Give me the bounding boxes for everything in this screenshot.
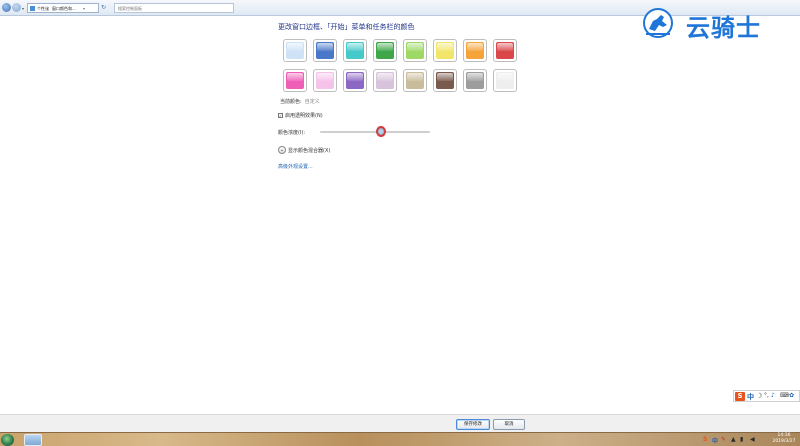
color-swatch-slate[interactable]: [463, 69, 487, 92]
tray-pen-icon[interactable]: ✎: [721, 436, 726, 443]
address-dropdown-icon[interactable]: ▾: [83, 6, 85, 11]
color-swatch-lavender[interactable]: [373, 69, 397, 92]
color-swatch-blush[interactable]: [313, 69, 337, 92]
ime-keyboard-icon[interactable]: ⌨: [780, 392, 789, 399]
swatch-color-fill: [496, 42, 514, 59]
swatch-color-fill: [466, 42, 484, 59]
color-swatch-frost[interactable]: [493, 69, 517, 92]
recent-pages-dropdown-icon[interactable]: ▾: [22, 6, 24, 11]
current-color-caption: 当前颜色:: [280, 99, 302, 105]
swatch-color-fill: [376, 72, 394, 89]
current-color-label: 当前颜色: 自定义: [280, 98, 320, 105]
ime-punctuation-icon[interactable]: °,: [764, 392, 769, 399]
swatch-color-fill: [316, 72, 334, 89]
color-swatch-fuchsia[interactable]: [283, 69, 307, 92]
watermark: 云骑士: [641, 5, 800, 42]
swatch-color-fill: [376, 42, 394, 59]
tray-expand-icon[interactable]: ▲: [731, 436, 736, 443]
search-input[interactable]: [115, 4, 233, 12]
color-swatch-pumpkin[interactable]: [463, 39, 487, 62]
ime-skin-icon[interactable]: ✿: [789, 392, 794, 399]
swatch-color-fill: [346, 42, 364, 59]
transparency-checkbox-label[interactable]: 启用透明效果(N): [285, 112, 323, 119]
color-swatch-leaf[interactable]: [373, 39, 397, 62]
color-mixer-toggle-label[interactable]: 显示颜色混合器(X): [288, 147, 330, 154]
search-box[interactable]: [114, 3, 234, 13]
color-swatch-violet[interactable]: [343, 69, 367, 92]
swatch-color-fill: [316, 42, 334, 59]
advanced-appearance-link[interactable]: 高级外观设置...: [278, 163, 313, 170]
ime-mode-chinese[interactable]: 中: [747, 392, 754, 402]
color-swatch-lime[interactable]: [403, 39, 427, 62]
swatch-color-fill: [406, 72, 424, 89]
color-swatch-ruby[interactable]: [493, 39, 517, 62]
tray-network-icon[interactable]: ▮: [740, 436, 743, 443]
swatch-color-fill: [286, 42, 304, 59]
control-panel-icon: [30, 6, 35, 11]
watermark-text: 云骑士: [686, 14, 761, 42]
color-swatch-chocolate[interactable]: [433, 69, 457, 92]
color-swatch-twilight[interactable]: [313, 39, 337, 62]
sogou-logo-icon[interactable]: S: [735, 392, 745, 401]
page-title: 更改窗口边框、「开始」菜单和任务栏的颜色: [278, 23, 415, 31]
swatch-color-fill: [496, 72, 514, 89]
save-changes-button[interactable]: 保存修改: [456, 419, 490, 430]
swatch-color-fill: [346, 72, 364, 89]
color-swatch-lemon[interactable]: [433, 39, 457, 62]
taskbar-clock[interactable]: 14:36 2019/3/27: [770, 433, 798, 445]
taskbar: S 中 ✎ ▲ ▮ ◀ 14:36 2019/3/27: [0, 432, 800, 446]
taskbar-control-panel-button[interactable]: [24, 434, 42, 446]
forward-button[interactable]: [12, 3, 21, 12]
breadcrumb-window-color[interactable]: 窗口颜色和...: [52, 6, 76, 12]
intensity-slider-thumb[interactable]: [375, 126, 386, 137]
color-swatch-sea[interactable]: [343, 39, 367, 62]
tray-volume-icon[interactable]: ◀: [750, 436, 755, 443]
swatch-color-fill: [286, 72, 304, 89]
swatch-color-fill: [436, 72, 454, 89]
footer-bar: 保存修改 取消: [0, 414, 800, 432]
breadcrumb-separator-icon[interactable]: ▸: [47, 6, 49, 11]
tray-sogou-icon[interactable]: S: [703, 436, 707, 443]
cancel-button[interactable]: 取消: [493, 419, 525, 430]
back-button[interactable]: [2, 3, 11, 12]
clock-date: 2019/3/27: [772, 439, 796, 444]
ime-toolbar: S 中 ☽ °, ♪ ⌨ ✿: [733, 390, 800, 402]
breadcrumb[interactable]: 个性化 ▸ 窗口颜色和... ▾: [27, 3, 99, 13]
swatch-color-fill: [436, 42, 454, 59]
color-swatch-sky[interactable]: [283, 39, 307, 62]
refresh-icon[interactable]: ↻: [101, 4, 110, 12]
color-mixer-expand-icon[interactable]: ⌄: [278, 146, 286, 154]
start-orb-icon[interactable]: [1, 434, 14, 446]
ime-voice-icon[interactable]: ♪: [771, 392, 775, 399]
ime-halfwidth-icon[interactable]: ☽: [756, 392, 762, 400]
color-swatch-taupe[interactable]: [403, 69, 427, 92]
system-tray: S 中 ✎ ▲ ▮ ◀: [703, 436, 763, 445]
knight-logo-icon: [643, 8, 673, 38]
swatch-color-fill: [406, 42, 424, 59]
tray-ime-icon[interactable]: 中: [712, 436, 718, 445]
swatch-color-fill: [466, 72, 484, 89]
transparency-checkbox[interactable]: ✓: [278, 113, 283, 118]
current-color-value: 自定义: [304, 99, 320, 105]
intensity-label: 颜色浓度(I):: [278, 130, 306, 136]
